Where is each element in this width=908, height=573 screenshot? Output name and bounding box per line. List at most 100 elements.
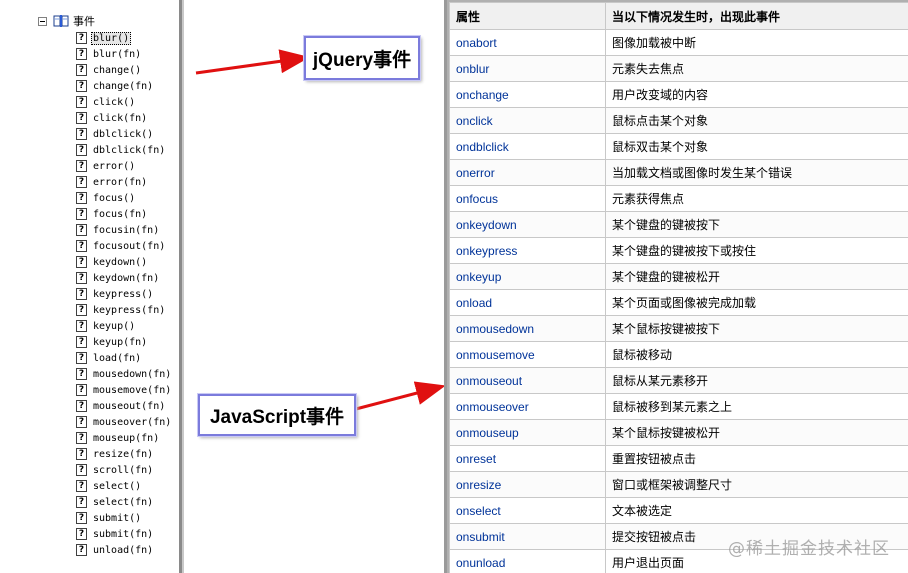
tree-item[interactable]: ? click() bbox=[76, 94, 173, 110]
tree-item-label: keyup() bbox=[93, 320, 136, 332]
book-icon bbox=[53, 15, 69, 27]
event-description-cell: 某个键盘的键被按下或按住 bbox=[605, 237, 908, 264]
table-row: onreset 重置按钮被点击 bbox=[449, 445, 908, 472]
help-page-icon: ? bbox=[76, 320, 87, 332]
event-description-cell: 某个键盘的键被按下 bbox=[605, 211, 908, 238]
tree-item[interactable]: ? dblclick() bbox=[76, 126, 173, 142]
event-description-cell: 元素失去焦点 bbox=[605, 55, 908, 82]
tree-item[interactable]: ? mouseup(fn) bbox=[76, 430, 173, 446]
table-row: onkeypress 某个键盘的键被按下或按住 bbox=[449, 237, 908, 264]
help-page-icon: ? bbox=[76, 528, 87, 540]
help-page-icon: ? bbox=[76, 64, 87, 76]
table-row: onblur 元素失去焦点 bbox=[449, 55, 908, 82]
table-row: onfocus 元素获得焦点 bbox=[449, 185, 908, 212]
tree-item[interactable]: ? keydown() bbox=[76, 254, 173, 270]
event-attribute-cell[interactable]: onblur bbox=[449, 55, 606, 82]
tree-item[interactable]: ? keypress() bbox=[76, 286, 173, 302]
event-attribute-cell[interactable]: onmouseup bbox=[449, 419, 606, 446]
tree-item[interactable]: ? select() bbox=[76, 478, 173, 494]
help-page-icon: ? bbox=[76, 176, 87, 188]
tree-item[interactable]: ? mousemove(fn) bbox=[76, 382, 173, 398]
event-attribute-cell[interactable]: onload bbox=[449, 289, 606, 316]
tree-item[interactable]: ? focusin(fn) bbox=[76, 222, 173, 238]
event-attribute-cell[interactable]: ondblclick bbox=[449, 133, 606, 160]
event-attribute-cell[interactable]: onunload bbox=[449, 549, 606, 573]
table-row: onmouseover 鼠标被移到某元素之上 bbox=[449, 393, 908, 420]
tree-item-label: focusin(fn) bbox=[93, 224, 160, 236]
event-attribute-cell[interactable]: onselect bbox=[449, 497, 606, 524]
table-row: onabort 图像加载被中断 bbox=[449, 29, 908, 56]
tree-item[interactable]: ? mouseout(fn) bbox=[76, 398, 173, 414]
tree-item[interactable]: ? scroll(fn) bbox=[76, 462, 173, 478]
tree-item[interactable]: ? keypress(fn) bbox=[76, 302, 173, 318]
tree-item[interactable]: ? submit() bbox=[76, 510, 173, 526]
tree-item[interactable]: ? keyup() bbox=[76, 318, 173, 334]
tree-item[interactable]: ? change() bbox=[76, 62, 173, 78]
event-description-cell: 某个鼠标按键被按下 bbox=[605, 315, 908, 342]
tree-item[interactable]: ? error() bbox=[76, 158, 173, 174]
tree-root-node[interactable]: 事件 bbox=[38, 13, 95, 29]
event-attribute-cell[interactable]: onabort bbox=[449, 29, 606, 56]
tree-item[interactable]: ? keyup(fn) bbox=[76, 334, 173, 350]
help-page-icon: ? bbox=[76, 400, 87, 412]
event-description-cell: 重置按钮被点击 bbox=[605, 445, 908, 472]
table-row: onload 某个页面或图像被完成加载 bbox=[449, 289, 908, 316]
table-row: onresize 窗口或框架被调整尺寸 bbox=[449, 471, 908, 498]
event-attribute-cell[interactable]: onmouseover bbox=[449, 393, 606, 420]
tree-item[interactable]: ? dblclick(fn) bbox=[76, 142, 173, 158]
tree-item[interactable]: ? submit(fn) bbox=[76, 526, 173, 542]
tree-item[interactable]: ? keydown(fn) bbox=[76, 270, 173, 286]
header-attribute: 属性 bbox=[449, 2, 606, 30]
tree-item[interactable]: ? mouseover(fn) bbox=[76, 414, 173, 430]
table-row: onmouseout 鼠标从某元素移开 bbox=[449, 367, 908, 394]
tree-item[interactable]: ? resize(fn) bbox=[76, 446, 173, 462]
event-attribute-cell[interactable]: onmousemove bbox=[449, 341, 606, 368]
event-attribute-cell[interactable]: onkeyup bbox=[449, 263, 606, 290]
tree-item[interactable]: ? change(fn) bbox=[76, 78, 173, 94]
tree-item[interactable]: ? error(fn) bbox=[76, 174, 173, 190]
event-description-cell: 某个键盘的键被松开 bbox=[605, 263, 908, 290]
tree-item-list: ? blur()? blur(fn)? change()? change(fn)? cli… bbox=[76, 30, 173, 558]
collapse-icon[interactable] bbox=[38, 16, 47, 26]
event-description-cell: 某个鼠标按键被松开 bbox=[605, 419, 908, 446]
event-attribute-cell[interactable]: onchange bbox=[449, 81, 606, 108]
tree-item[interactable]: ? blur(fn) bbox=[76, 46, 173, 62]
tree-item[interactable]: ? blur() bbox=[76, 30, 173, 46]
event-attribute-cell[interactable]: onresize bbox=[449, 471, 606, 498]
help-page-icon: ? bbox=[76, 256, 87, 268]
help-page-icon: ? bbox=[76, 496, 87, 508]
tree-item[interactable]: ? focus() bbox=[76, 190, 173, 206]
event-attribute-cell[interactable]: onsubmit bbox=[449, 523, 606, 550]
tree-item-label: keydown() bbox=[93, 256, 148, 268]
event-description-cell: 某个页面或图像被完成加载 bbox=[605, 289, 908, 316]
tree-item-label: mouseover(fn) bbox=[93, 416, 172, 428]
tree-item[interactable]: ? mousedown(fn) bbox=[76, 366, 173, 382]
tree-item-label: click(fn) bbox=[93, 112, 148, 124]
tree-item[interactable]: ? focus(fn) bbox=[76, 206, 173, 222]
event-attribute-cell[interactable]: onmouseout bbox=[449, 367, 606, 394]
help-page-icon: ? bbox=[76, 448, 87, 460]
help-page-icon: ? bbox=[76, 368, 87, 380]
tree-item[interactable]: ? click(fn) bbox=[76, 110, 173, 126]
event-description-cell: 鼠标被移动 bbox=[605, 341, 908, 368]
jquery-arrow bbox=[195, 49, 310, 75]
tree-item[interactable]: ? focusout(fn) bbox=[76, 238, 173, 254]
table-row: onerror 当加载文档或图像时发生某个错误 bbox=[449, 159, 908, 186]
event-attribute-cell[interactable]: onreset bbox=[449, 445, 606, 472]
events-tree-panel: 事件 ? blur()? blur(fn)? change()? change(fn)?… bbox=[0, 0, 182, 573]
tree-item-label: submit(fn) bbox=[93, 528, 154, 540]
tree-item-label: load(fn) bbox=[93, 352, 142, 364]
event-attribute-cell[interactable]: onkeydown bbox=[449, 211, 606, 238]
tree-item[interactable]: ? unload(fn) bbox=[76, 542, 173, 558]
help-page-icon: ? bbox=[76, 272, 87, 284]
event-attribute-cell[interactable]: onerror bbox=[449, 159, 606, 186]
tree-item[interactable]: ? load(fn) bbox=[76, 350, 173, 366]
event-attribute-cell[interactable]: onkeypress bbox=[449, 237, 606, 264]
table-row: ondblclick 鼠标双击某个对象 bbox=[449, 133, 908, 160]
javascript-events-callout: JavaScript事件 bbox=[197, 393, 357, 437]
event-attribute-cell[interactable]: onclick bbox=[449, 107, 606, 134]
event-attribute-cell[interactable]: onfocus bbox=[449, 185, 606, 212]
tree-item-label: keypress() bbox=[93, 288, 154, 300]
event-attribute-cell[interactable]: onmousedown bbox=[449, 315, 606, 342]
tree-item[interactable]: ? select(fn) bbox=[76, 494, 173, 510]
